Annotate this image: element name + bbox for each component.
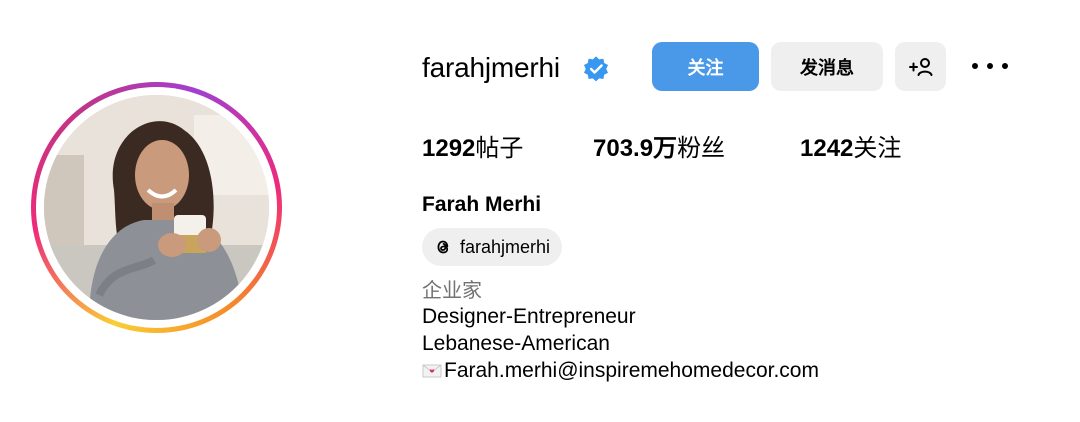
username: farahjmerhi	[422, 52, 560, 83]
message-button[interactable]: 发消息	[771, 42, 883, 91]
following-label: 关注	[853, 134, 902, 162]
posts-label: 帖子	[475, 134, 524, 162]
threads-handle: farahjmerhi	[460, 236, 551, 257]
bio-email-line: Farah.merhi@inspiremehomedecor.com	[422, 358, 819, 384]
follow-button[interactable]: 关注	[652, 42, 759, 91]
bio-line: Lebanese-American	[422, 332, 610, 355]
avatar-photo	[44, 95, 269, 320]
following-count: 1242	[800, 135, 854, 162]
full-name: Farah Merhi	[422, 193, 542, 216]
followers-count: 703.9万	[593, 135, 678, 162]
posts-count: 1292	[422, 135, 476, 162]
following-stat[interactable]: 1242关注	[800, 133, 901, 164]
threads-link[interactable]: farahjmerhi	[422, 228, 563, 266]
dot	[1002, 63, 1008, 69]
followers-label: 粉丝	[677, 134, 726, 162]
suggested-users-button[interactable]	[895, 42, 946, 91]
add-user-icon	[908, 57, 932, 76]
more-options-icon[interactable]	[972, 56, 1008, 76]
posts-stat: 1292帖子	[422, 133, 523, 164]
avatar[interactable]	[44, 95, 269, 320]
followers-stat[interactable]: 703.9万粉丝	[593, 133, 725, 164]
story-ring[interactable]	[31, 82, 282, 333]
dot	[972, 63, 978, 69]
bio-line: Designer-Entrepreneur	[422, 305, 636, 328]
email-text: Farah.merhi@inspiremehomedecor.com	[444, 359, 819, 382]
threads-icon	[437, 240, 449, 254]
verified-badge-icon	[583, 56, 609, 82]
dot	[987, 63, 993, 69]
category-label: 企业家	[422, 278, 482, 302]
envelope-icon	[422, 364, 442, 378]
